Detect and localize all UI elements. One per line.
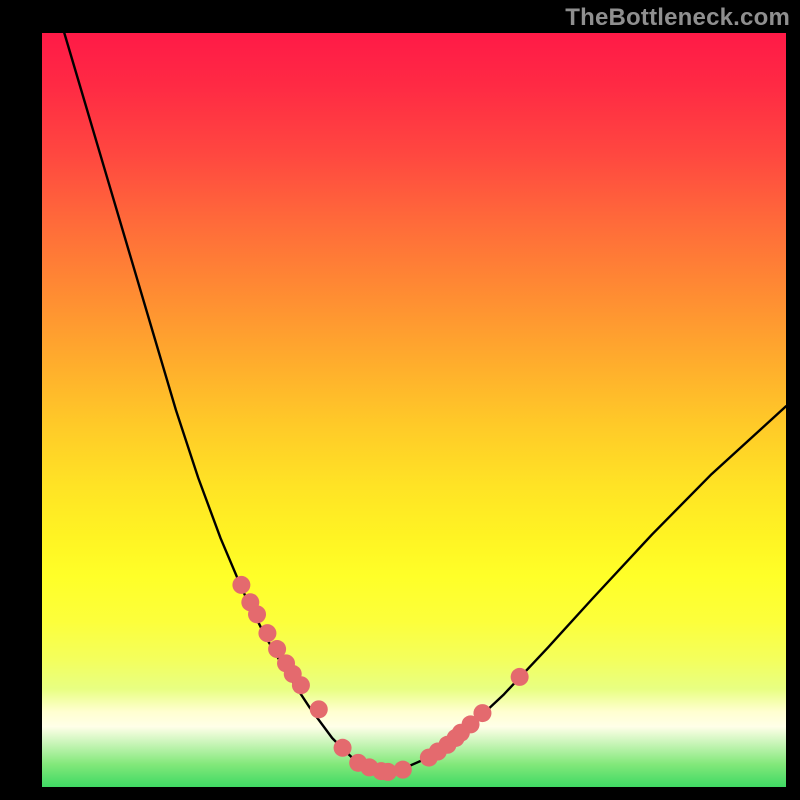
watermark-text: TheBottleneck.com [565,4,790,32]
marker-point [310,700,328,718]
marker-point [292,676,310,694]
chart-overlay [42,33,786,787]
marker-point [473,704,491,722]
marker-point [248,605,266,623]
marker-point [258,624,276,642]
marker-point [394,761,412,779]
marker-point [334,739,352,757]
chart-frame: TheBottleneck.com [0,0,800,800]
curve-path [64,33,786,772]
scatter-markers [232,576,528,781]
curve-series [64,33,786,772]
marker-point [511,668,529,686]
marker-point [232,576,250,594]
